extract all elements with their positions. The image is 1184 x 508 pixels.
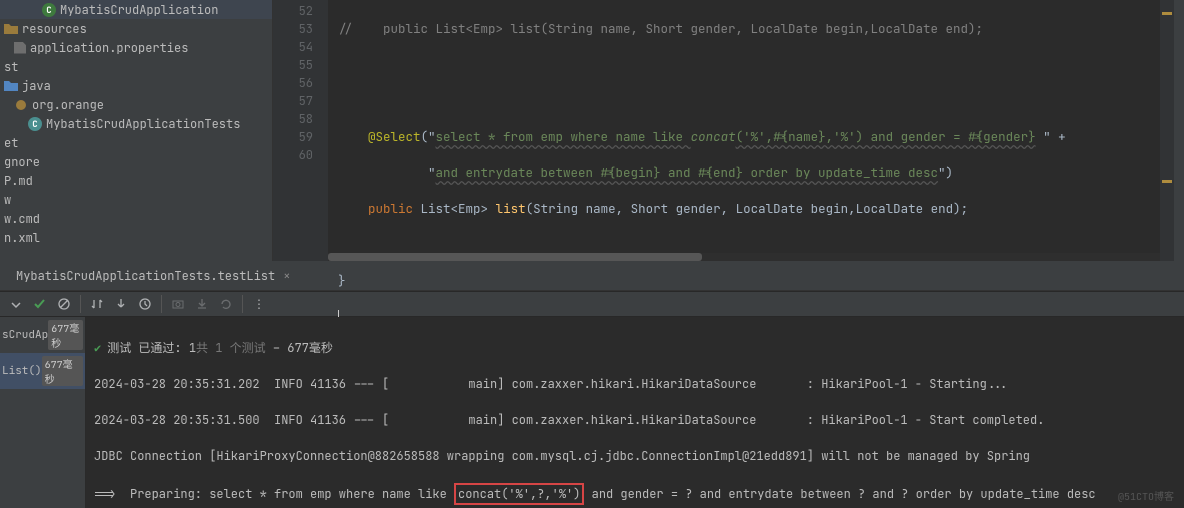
log-line: 2024-03-28 20:35:31.500 INFO 41136 --- [… — [94, 411, 1176, 429]
tree-item-tests-class[interactable]: C MybatisCrudApplicationTests — [0, 114, 272, 133]
tree-item[interactable]: gnore — [0, 152, 272, 171]
sort-button[interactable] — [86, 293, 108, 315]
watermark: @51CTO博客 — [1118, 488, 1174, 506]
test-item[interactable]: List() 677毫秒 — [0, 353, 85, 389]
tree-item[interactable]: n.xml — [0, 228, 272, 247]
package-icon — [14, 99, 28, 111]
folder-icon — [4, 80, 18, 92]
class-icon: C — [28, 117, 42, 131]
tree-item-properties[interactable]: application.properties — [0, 38, 272, 57]
vertical-scrollbar[interactable] — [1174, 0, 1184, 261]
tree-item[interactable]: et — [0, 133, 272, 152]
step-button[interactable] — [110, 293, 132, 315]
editor-marker-bar — [1160, 0, 1174, 261]
tree-label: MybatisCrudApplicationTests — [46, 116, 240, 132]
tree-label: MybatisCrudApplication — [60, 2, 218, 18]
log-line: 2024-03-28 20:35:31.202 INFO 41136 --- [… — [94, 375, 1176, 393]
tree-item[interactable]: w.cmd — [0, 209, 272, 228]
test-results-tree[interactable]: sCrudAp 677毫秒 List() 677毫秒 — [0, 317, 86, 508]
close-icon[interactable]: × — [283, 268, 290, 284]
tree-item[interactable]: w — [0, 190, 272, 209]
run-tab[interactable]: MybatisCrudApplicationTests.testList × — [8, 264, 298, 288]
tree-label: org.orange — [32, 97, 104, 113]
pass-check-button[interactable] — [29, 293, 51, 315]
log-line: JDBC Connection [HikariProxyConnection@8… — [94, 447, 1176, 465]
tree-item-java[interactable]: java — [0, 76, 272, 95]
line-gutter: 52 53 54 55 56 57 58 59 60 — [273, 0, 328, 261]
highlight-box: concat('%',?,'%') — [454, 483, 584, 505]
expand-button[interactable] — [5, 293, 27, 315]
console-output[interactable]: ✔测试 已通过: 1共 1 个测试 – 677毫秒 2024-03-28 20:… — [86, 317, 1184, 508]
project-tree[interactable]: C MybatisCrudApplication resources appli… — [0, 0, 273, 261]
horizontal-scrollbar[interactable] — [328, 253, 1160, 261]
tree-item-resources[interactable]: resources — [0, 19, 272, 38]
code-editor[interactable]: 52 53 54 55 56 57 58 59 60 // public Lis… — [273, 0, 1184, 261]
ignore-button[interactable] — [53, 293, 75, 315]
check-icon: ✔ — [94, 340, 101, 356]
export-button[interactable] — [191, 293, 213, 315]
tree-item[interactable]: P.md — [0, 171, 272, 190]
tree-item-st[interactable]: st — [0, 57, 272, 76]
class-icon: C — [42, 3, 56, 17]
tree-label: st — [4, 59, 18, 75]
code-content[interactable]: // public List<Emp> list(String name, Sh… — [328, 0, 1160, 261]
folder-icon — [4, 23, 18, 35]
tree-item-app-class[interactable]: C MybatisCrudApplication — [0, 0, 272, 19]
tree-label: application.properties — [30, 40, 188, 56]
file-icon — [14, 42, 26, 54]
screenshot-button[interactable] — [167, 293, 189, 315]
tab-label: MybatisCrudApplicationTests.testList — [16, 268, 275, 284]
tree-label: java — [22, 78, 51, 94]
test-root[interactable]: sCrudAp 677毫秒 — [0, 317, 85, 353]
rerun-button[interactable] — [215, 293, 237, 315]
tree-label: resources — [22, 21, 87, 37]
tree-item-package[interactable]: org.orange — [0, 95, 272, 114]
history-button[interactable] — [134, 293, 156, 315]
log-line: ==> Preparing: select * from emp where n… — [94, 483, 1176, 505]
more-icon[interactable]: ⋮ — [248, 293, 270, 315]
